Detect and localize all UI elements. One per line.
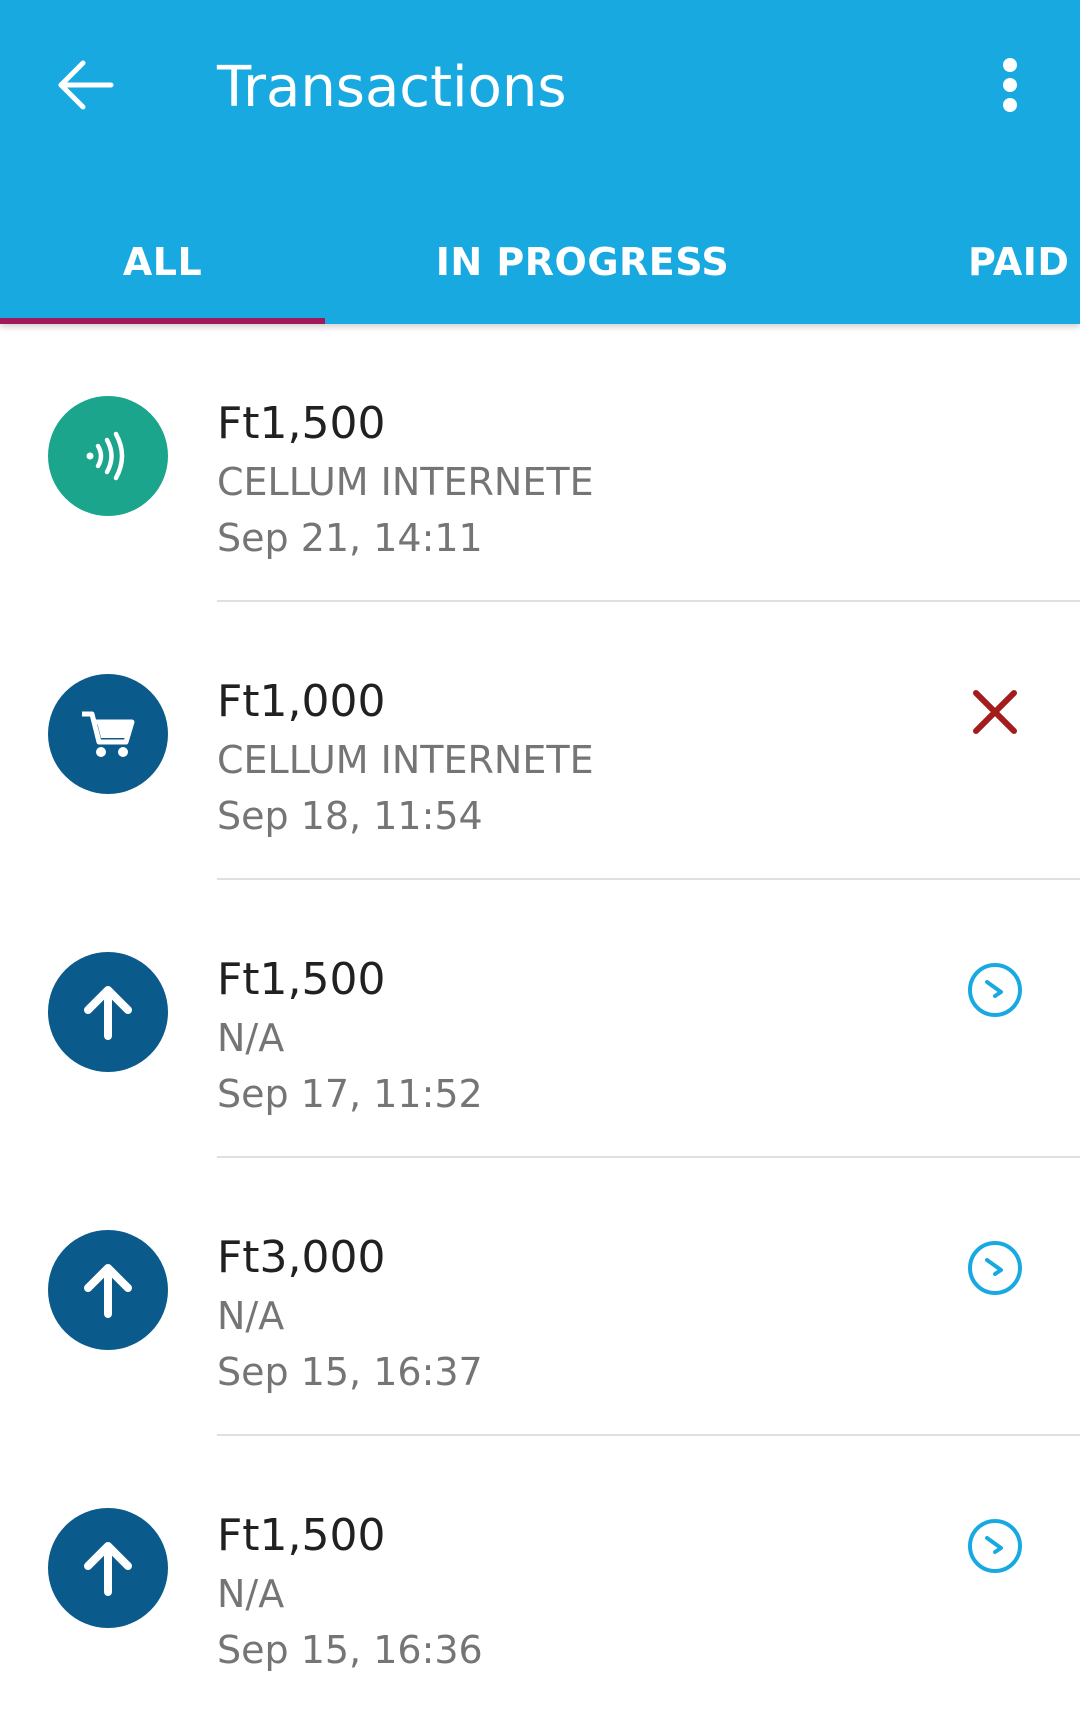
shopping-cart-icon [82,711,135,757]
transaction-row[interactable]: Ft1,500 N/A Sep 15, 16:36 [0,1436,1080,1714]
transaction-row[interactable]: Ft1,000 CELLUM INTERNETE Sep 18, 11:54 [0,602,1080,880]
status-pending [965,960,1025,1020]
transaction-list[interactable]: Ft1,500 CELLUM INTERNETE Sep 21, 14:11 F… [0,324,1080,1714]
transaction-type-avatar [48,396,168,516]
transaction-type-avatar [48,952,168,1072]
transaction-date: Sep 18, 11:54 [217,794,483,838]
transaction-row[interactable]: Ft1,500 CELLUM INTERNETE Sep 21, 14:11 [0,324,1080,602]
clock-icon [968,1241,1022,1295]
status-pending [965,1516,1025,1576]
transaction-merchant: N/A [217,1294,285,1338]
close-icon [973,690,1017,734]
clock-icon [968,963,1022,1017]
transaction-merchant: CELLUM INTERNETE [217,738,594,782]
transaction-merchant: N/A [217,1572,285,1616]
transaction-row[interactable]: Ft3,000 N/A Sep 15, 16:37 [0,1158,1080,1436]
transaction-type-avatar [48,1230,168,1350]
transaction-amount: Ft1,500 [217,954,386,1005]
tab-bar: ALL IN PROGRESS PAID [0,200,1080,324]
transaction-date: Sep 21, 14:11 [217,516,483,560]
tab-in-progress[interactable]: IN PROGRESS [325,200,840,324]
arrow-up-icon [84,986,132,1040]
status-failed [965,682,1025,742]
arrow-up-icon [84,1542,132,1596]
transaction-date: Sep 17, 11:52 [217,1072,483,1116]
status-pending [965,1238,1025,1298]
transaction-type-avatar [48,674,168,794]
contactless-icon [86,431,125,481]
tab-all[interactable]: ALL [0,200,325,324]
transaction-type-avatar [48,1508,168,1628]
arrow-up-icon [84,1264,132,1318]
tab-indicator [0,318,325,324]
more-vert-icon [1003,58,1017,112]
transaction-date: Sep 15, 16:36 [217,1628,483,1672]
transaction-date: Sep 15, 16:37 [217,1350,483,1394]
transaction-merchant: CELLUM INTERNETE [217,460,594,504]
transaction-merchant: N/A [217,1016,285,1060]
transaction-amount: Ft1,500 [217,398,386,449]
app-bar: Transactions ALL IN PROGRESS PAID [0,0,1080,324]
transaction-amount: Ft1,000 [217,676,386,727]
page-title: Transactions [217,55,567,120]
more-options-button[interactable] [965,40,1055,130]
arrow-back-icon [58,60,114,110]
transaction-amount: Ft1,500 [217,1510,386,1561]
transaction-row[interactable]: Ft1,500 N/A Sep 17, 11:52 [0,880,1080,1158]
clock-icon [968,1519,1022,1573]
tab-paid[interactable]: PAID [940,200,1080,324]
back-button[interactable] [40,40,130,130]
transaction-amount: Ft3,000 [217,1232,386,1283]
